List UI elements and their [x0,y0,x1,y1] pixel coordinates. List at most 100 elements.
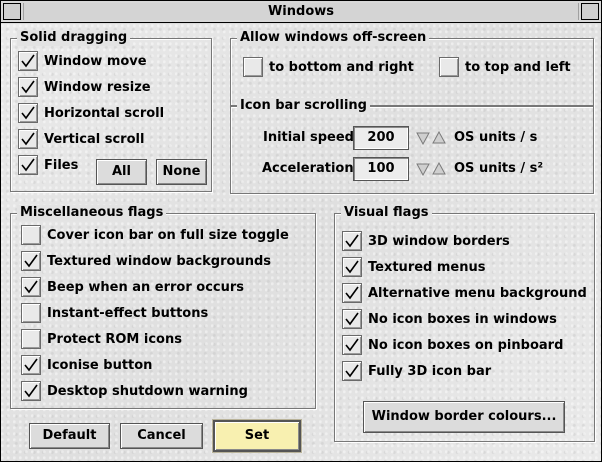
close-icon[interactable] [581,3,599,20]
visual-flag-option[interactable]: Textured menus [342,256,485,278]
set-button[interactable]: Set [213,420,301,452]
option-label: Window resize [44,79,151,95]
checkbox[interactable] [342,257,362,277]
misc-flags-label: Miscellaneous flags [17,205,167,221]
option-label: Textured menus [368,259,486,275]
initial-speed-field[interactable]: 200 [353,126,409,150]
misc-flag-option[interactable]: Instant-effect buttons [21,302,208,324]
misc-flag-option[interactable]: Desktop shutdown warning [21,380,248,402]
back-icon[interactable] [3,3,21,20]
offscreen-label: Allow windows off-screen [237,30,430,46]
option-label: Textured window backgrounds [47,253,271,269]
option-label: Alternative menu background [368,285,587,301]
tick-icon [21,106,35,120]
tick-icon [345,312,359,326]
visual-flag-option[interactable]: No icon boxes in windows [342,308,557,330]
option-label: Iconise button [47,357,153,373]
checkbox[interactable] [21,381,41,401]
checkbox[interactable] [21,277,41,297]
checkbox[interactable] [21,329,41,349]
option-label: No icon boxes on pinboard [368,337,564,353]
iconbar-scrolling-label: Icon bar scrolling [237,98,370,114]
option-label: Vertical scroll [44,131,145,147]
default-button[interactable]: Default [29,423,110,449]
tick-icon [345,338,359,352]
acceleration-unit: OS units / s² [454,161,544,176]
acceleration-field[interactable]: 100 [353,157,409,181]
misc-flag-option[interactable]: Textured window backgrounds [21,250,271,272]
window-border-colours-button[interactable]: Window border colours... [363,401,565,433]
increase-arrow-icon[interactable] [432,162,446,176]
acceleration-label: Acceleration [262,161,354,176]
checkbox[interactable] [18,103,38,123]
visual-flag-option[interactable]: No icon boxes on pinboard [342,334,563,356]
tick-icon [345,260,359,274]
checkbox[interactable] [342,335,362,355]
tick-icon [21,158,35,172]
offscreen-bottom-right-option[interactable]: to bottom and right [243,56,414,78]
option-label: Horizontal scroll [44,105,165,121]
checkbox[interactable] [21,303,41,323]
visual-flag-option[interactable]: Fully 3D icon bar [342,360,491,382]
windows-config-window: Windows Solid dragging Window move Windo… [0,0,602,462]
tick-icon [24,280,38,294]
checkbox[interactable] [18,129,38,149]
none-button[interactable]: None [156,159,207,185]
misc-flag-option[interactable]: Cover icon bar on full size toggle [21,224,289,246]
title-bar[interactable]: Windows [1,1,601,23]
tick-icon [345,234,359,248]
tick-icon [345,364,359,378]
option-label: Fully 3D icon bar [368,363,492,379]
checkbox[interactable] [18,77,38,97]
solid-drag-option[interactable]: Horizontal scroll [18,102,164,124]
solid-dragging-label: Solid dragging [17,30,131,46]
tick-icon [24,358,38,372]
increase-arrow-icon[interactable] [432,131,446,145]
tick-icon [21,54,35,68]
checkbox[interactable] [18,51,38,71]
solid-drag-option[interactable]: Window resize [18,76,151,98]
option-label: Desktop shutdown warning [47,383,248,399]
checkbox[interactable] [21,355,41,375]
option-label: to top and left [465,59,571,75]
checkbox[interactable] [342,361,362,381]
option-label: Files [44,157,79,173]
checkbox[interactable] [21,251,41,271]
option-label: Beep when an error occurs [47,279,245,295]
checkbox[interactable] [243,57,263,77]
solid-drag-option[interactable]: Vertical scroll [18,128,144,150]
misc-flag-option[interactable]: Iconise button [21,354,152,376]
checkbox[interactable] [439,57,459,77]
decrease-arrow-icon[interactable] [416,162,430,176]
checkbox[interactable] [342,231,362,251]
checkbox[interactable] [21,225,41,245]
iconbar-scrolling-group: Icon bar scrolling [230,98,594,194]
tick-icon [345,286,359,300]
option-label: to bottom and right [269,59,414,75]
solid-drag-option[interactable]: Files [18,154,78,176]
checkbox[interactable] [342,283,362,303]
option-label: Window move [44,53,147,69]
tick-icon [21,132,35,146]
tick-icon [24,384,38,398]
cancel-button[interactable]: Cancel [120,423,203,449]
visual-flag-option[interactable]: Alternative menu background [342,282,587,304]
visual-flags-label: Visual flags [341,205,432,221]
tick-icon [21,80,35,94]
offscreen-top-left-option[interactable]: to top and left [439,56,571,78]
window-content: Solid dragging Window move Window resize… [1,24,601,461]
window-title: Windows [23,3,579,20]
option-label: Protect ROM icons [47,331,182,347]
option-label: No icon boxes in windows [368,311,557,327]
decrease-arrow-icon[interactable] [416,131,430,145]
initial-speed-unit: OS units / s [454,130,538,145]
checkbox[interactable] [342,309,362,329]
misc-flag-option[interactable]: Protect ROM icons [21,328,182,350]
option-label: Instant-effect buttons [47,305,209,321]
visual-flag-option[interactable]: 3D window borders [342,230,510,252]
checkbox[interactable] [18,155,38,175]
tick-icon [24,254,38,268]
solid-drag-option[interactable]: Window move [18,50,147,72]
all-button[interactable]: All [96,159,147,185]
misc-flag-option[interactable]: Beep when an error occurs [21,276,244,298]
